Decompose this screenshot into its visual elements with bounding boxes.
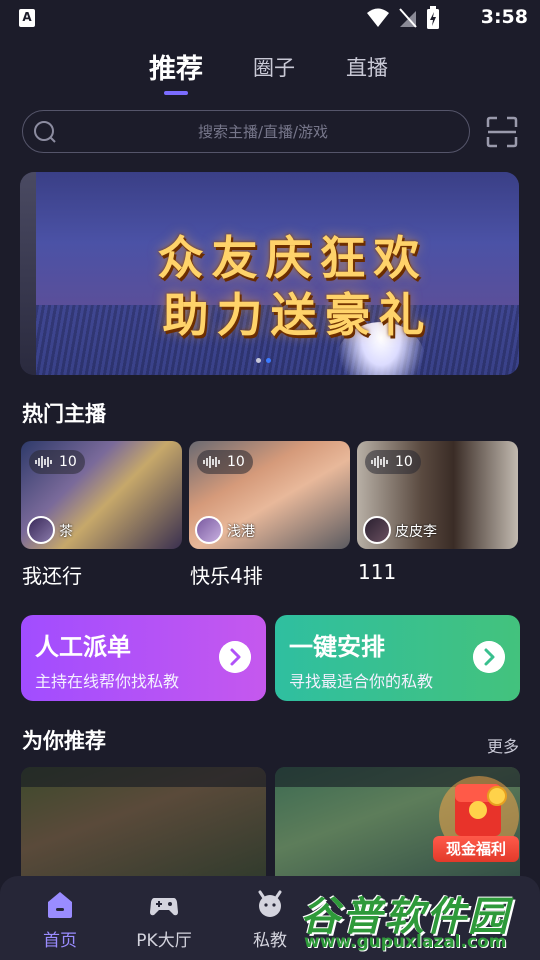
tab-recommend[interactable]: 推荐 — [149, 47, 203, 86]
search-input[interactable] — [63, 111, 463, 152]
hot-hosts-title: 热门主播 — [22, 402, 106, 426]
chevron-right-icon — [473, 641, 505, 673]
search-box[interactable] — [22, 110, 470, 153]
viewer-count-badge: 10 — [365, 450, 421, 474]
host-card[interactable]: 10 茶 — [21, 441, 182, 549]
host-room-title[interactable]: 我还行 — [22, 560, 82, 589]
gamepad-icon — [150, 898, 178, 916]
no-signal-icon — [399, 8, 417, 28]
tab-live[interactable]: 直播 — [346, 52, 388, 82]
cash-bonus-label[interactable]: 现金福利 — [433, 836, 519, 862]
status-icons — [366, 6, 440, 30]
top-tabs: 推荐 圈子 直播 — [0, 44, 540, 100]
scan-icon[interactable] — [486, 116, 518, 148]
one-click-arrange-card[interactable]: 一键安排 寻找最适合你的私教 — [275, 615, 520, 701]
battery-charging-icon — [427, 6, 439, 29]
avatar — [27, 516, 55, 544]
wifi-icon — [367, 8, 389, 27]
viewer-count: 10 — [59, 454, 77, 470]
nav-label: PK大厅 — [136, 931, 192, 951]
manual-dispatch-card[interactable]: 人工派单 主持在线帮你找私教 — [21, 615, 266, 701]
status-time: 3:58 — [480, 6, 528, 28]
banner-slide: 众友庆狂欢 助力送豪礼 — [36, 172, 519, 375]
watermark-url: www.gupuxlazal.com — [304, 932, 507, 952]
game-hud — [21, 767, 266, 787]
host-name: 皮皮李 — [395, 524, 437, 540]
action-title: 一键安排 — [289, 633, 385, 661]
status-bar: A 3:58 — [0, 0, 540, 36]
avatar — [363, 516, 391, 544]
viewer-count-badge: 10 — [197, 450, 253, 474]
more-link[interactable]: 更多 — [487, 733, 519, 757]
deer-icon — [258, 890, 282, 917]
banner-dot-active[interactable] — [266, 358, 271, 363]
action-subtitle: 主持在线帮你找私教 — [35, 672, 180, 691]
action-title: 人工派单 — [35, 633, 131, 661]
host-card[interactable]: 10 皮皮李 — [357, 441, 518, 549]
viewer-count: 10 — [227, 454, 245, 470]
recommend-card[interactable] — [21, 767, 266, 887]
tab-circle[interactable]: 圈子 — [253, 52, 295, 82]
home-icon — [48, 892, 72, 918]
promo-banner[interactable]: 众友庆狂欢 助力送豪礼 — [20, 172, 519, 375]
nav-label: 首页 — [43, 931, 77, 951]
host-room-title[interactable]: 111 — [358, 560, 396, 584]
search-icon — [34, 121, 56, 143]
nav-home[interactable]: 首页 — [15, 876, 105, 960]
banner-headline-2: 助力送豪礼 — [162, 288, 433, 342]
viewer-count-badge: 10 — [29, 450, 85, 474]
active-tab-indicator — [164, 91, 188, 95]
banner-pagination — [256, 358, 271, 363]
viewer-count: 10 — [395, 454, 413, 470]
host-name: 浅港 — [227, 524, 255, 540]
host-card[interactable]: 10 浅港 — [189, 441, 350, 549]
chevron-right-icon — [219, 641, 251, 673]
banner-dot[interactable] — [256, 358, 261, 363]
sound-wave-icon — [371, 456, 388, 468]
host-room-title[interactable]: 快乐4排 — [190, 560, 263, 589]
site-watermark: 谷普软件园 www.gupuxlazal.com — [296, 884, 540, 960]
sound-wave-icon — [35, 456, 52, 468]
host-name: 茶 — [59, 524, 73, 540]
app-notification-icon: A — [19, 9, 35, 27]
sound-wave-icon — [203, 456, 220, 468]
action-subtitle: 寻找最适合你的私教 — [289, 672, 434, 691]
avatar — [195, 516, 223, 544]
nav-pk-hall[interactable]: PK大厅 — [119, 876, 209, 960]
banner-previous-slide — [20, 172, 36, 375]
recommend-title: 为你推荐 — [22, 729, 106, 753]
